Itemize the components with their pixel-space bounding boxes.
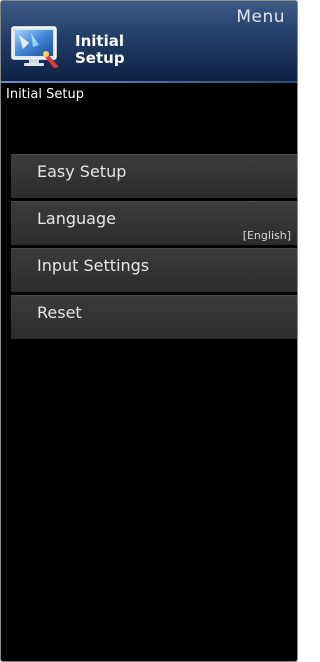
header-title-line2: Setup — [75, 49, 125, 67]
header-title: Initial Setup — [75, 33, 125, 67]
menu-item-label: Language — [37, 209, 116, 228]
menu-list: Easy Setup Language [English] Input Sett… — [11, 154, 297, 342]
menu-header: Menu Initial Setup — [1, 1, 297, 81]
header-divider — [1, 81, 297, 83]
menu-label: Menu — [236, 7, 285, 27]
menu-item-language[interactable]: Language [English] — [11, 201, 297, 245]
menu-item-reset[interactable]: Reset — [11, 295, 297, 339]
initial-setup-icon — [9, 23, 61, 69]
header-title-line1: Initial — [75, 32, 124, 50]
menu-item-label: Input Settings — [37, 256, 150, 275]
section-title: Initial Setup — [6, 87, 84, 102]
menu-item-easy-setup[interactable]: Easy Setup — [11, 154, 297, 198]
language-value: [English] — [242, 229, 291, 242]
menu-item-label: Reset — [37, 303, 82, 322]
screen-frame: Menu Initial Setup Initial Setup Easy Se… — [0, 0, 298, 662]
menu-item-input-settings[interactable]: Input Settings — [11, 248, 297, 292]
menu-item-label: Easy Setup — [37, 162, 127, 181]
